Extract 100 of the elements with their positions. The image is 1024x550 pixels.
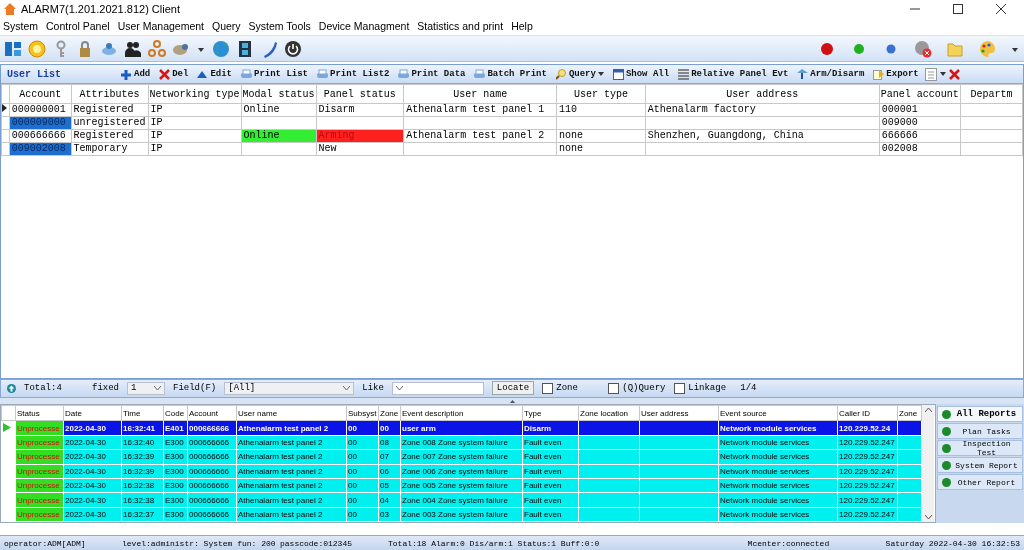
table-cell: IP — [148, 103, 242, 117]
column-header[interactable]: User type — [556, 84, 646, 104]
bullet-icon — [942, 477, 951, 487]
status-text: level:administr: System fun: 200 — [121, 538, 276, 548]
menu-item[interactable]: System Tools — [248, 20, 311, 33]
checkbox[interactable]: (Q)Query — [608, 382, 667, 394]
column-header[interactable]: Modal status — [241, 84, 317, 104]
toolbar-button[interactable]: Del — [156, 68, 192, 80]
people-icon[interactable] — [124, 39, 142, 58]
menu-item[interactable]: Control Panel — [46, 20, 110, 33]
checkbox[interactable]: Zone — [542, 382, 601, 394]
table-cell: none — [556, 142, 646, 156]
disc-icon[interactable] — [28, 39, 46, 58]
like-label: Like — [362, 383, 384, 394]
bullet-icon — [942, 426, 951, 436]
column-header[interactable]: Zone — [378, 405, 401, 421]
play-icon — [3, 422, 11, 432]
report-tab[interactable]: All Reports — [937, 406, 1023, 423]
palette-icon[interactable] — [978, 39, 996, 58]
house-icon — [4, 2, 16, 15]
column-header[interactable]: User name — [403, 84, 557, 104]
calendar-icon — [612, 68, 624, 80]
table-cell: 000001 — [879, 103, 961, 117]
column-header[interactable]: User address — [645, 84, 880, 104]
column-header[interactable]: Event source — [718, 405, 838, 421]
menu-item[interactable]: Statistics and print — [417, 20, 504, 33]
column-header[interactable]: User name — [236, 405, 347, 421]
caret-icon — [395, 386, 403, 391]
column-header[interactable]: Zone location — [578, 405, 640, 421]
locate-button[interactable]: Locate — [491, 381, 535, 396]
toolbar-button[interactable]: Print List — [238, 68, 312, 80]
printer-icon — [317, 68, 329, 80]
maximize-icon[interactable] — [953, 3, 963, 14]
column-header[interactable]: Zone — [897, 405, 922, 421]
column-header[interactable]: Account — [9, 84, 71, 104]
column-header[interactable]: Attributes — [71, 84, 148, 104]
printer-icon — [241, 68, 252, 80]
toolbar-button[interactable]: Batch Print — [471, 68, 550, 80]
film-icon[interactable] — [236, 39, 254, 58]
column-header[interactable]: Time — [121, 405, 164, 421]
toolbar-button[interactable]: Show All — [609, 68, 673, 80]
column-header[interactable]: Date — [63, 405, 122, 421]
checkbox[interactable]: Linkage — [674, 382, 733, 394]
report-tab[interactable]: Other Report — [937, 474, 1023, 491]
menu-item[interactable]: Device Managment — [318, 20, 410, 33]
table-cell: Shenzhen, Guangdong, China — [645, 129, 880, 143]
caret-icon[interactable] — [939, 72, 946, 77]
column-header[interactable]: Panel account — [879, 84, 961, 104]
column-header[interactable]: Type — [522, 405, 579, 421]
table-cell: Disarm — [316, 103, 404, 117]
list-icon — [678, 68, 690, 80]
column-header[interactable]: Panel status — [316, 84, 404, 104]
column-header[interactable]: Networking type — [148, 84, 242, 104]
toolbar-button[interactable]: Relative Panel Evt — [675, 68, 792, 80]
cross-icon — [159, 68, 171, 80]
network-icon[interactable] — [148, 39, 166, 58]
table-cell: Registered — [71, 129, 148, 143]
plus-icon — [121, 68, 132, 80]
scroll-down-icon[interactable] — [924, 515, 932, 520]
toolbar-button[interactable]: Print List2 — [314, 68, 393, 80]
column-header[interactable]: Status — [15, 405, 64, 421]
table-cell: Athenalarm test panel 1 — [403, 103, 557, 117]
table-cell: IP — [148, 129, 242, 143]
toolbar-button[interactable]: Add — [118, 68, 154, 80]
scroll-up-icon[interactable] — [924, 408, 932, 413]
report-tab[interactable]: Plan Tasks — [937, 423, 1023, 440]
toolbar-button[interactable]: Arm/Disarm — [794, 68, 868, 80]
column-header[interactable]: Account — [187, 405, 237, 421]
toolbar-button[interactable]: Print Data — [395, 68, 469, 80]
power-icon[interactable] — [284, 39, 302, 58]
field-dropdown[interactable]: [All] — [224, 381, 355, 395]
table-cell: none — [556, 129, 646, 143]
globe-icon[interactable] — [212, 39, 230, 58]
menu-item[interactable]: Help — [511, 20, 533, 33]
report-tab[interactable]: System Report — [937, 457, 1023, 474]
column-header[interactable]: Caller ID — [837, 405, 898, 421]
table-cell: IP — [148, 116, 242, 130]
mute-icon[interactable] — [914, 39, 932, 58]
column-header[interactable]: Code — [163, 405, 188, 421]
column-header[interactable]: User address — [639, 405, 719, 421]
menu-item[interactable]: Query — [212, 20, 241, 33]
close-icon[interactable] — [996, 3, 1006, 14]
page-counter: 1/4 — [740, 383, 757, 394]
up-arrow-icon — [7, 383, 16, 393]
fixed-dropdown[interactable]: 1 — [127, 381, 165, 395]
toolbar-button[interactable]: Query — [552, 68, 607, 80]
column-header[interactable]: Event description — [400, 405, 523, 421]
table-cell: Registered — [71, 103, 148, 117]
table-cell: Athenalarm factory — [645, 103, 880, 117]
table-cell: unregistered — [71, 116, 148, 130]
menu-item[interactable]: System — [3, 20, 38, 33]
toolbar-button[interactable]: Export — [870, 68, 922, 80]
grid-icon[interactable] — [4, 39, 22, 58]
column-header[interactable]: Subsyst — [346, 405, 379, 421]
column-header[interactable]: Departm — [960, 84, 1023, 104]
field-label: Field(F) — [173, 383, 217, 394]
bullet-icon — [942, 443, 951, 453]
report-tab[interactable]: Inspection Test — [937, 440, 1023, 457]
toolbar-button[interactable]: Edit — [194, 68, 235, 80]
menu-item[interactable]: User Management — [117, 20, 204, 33]
